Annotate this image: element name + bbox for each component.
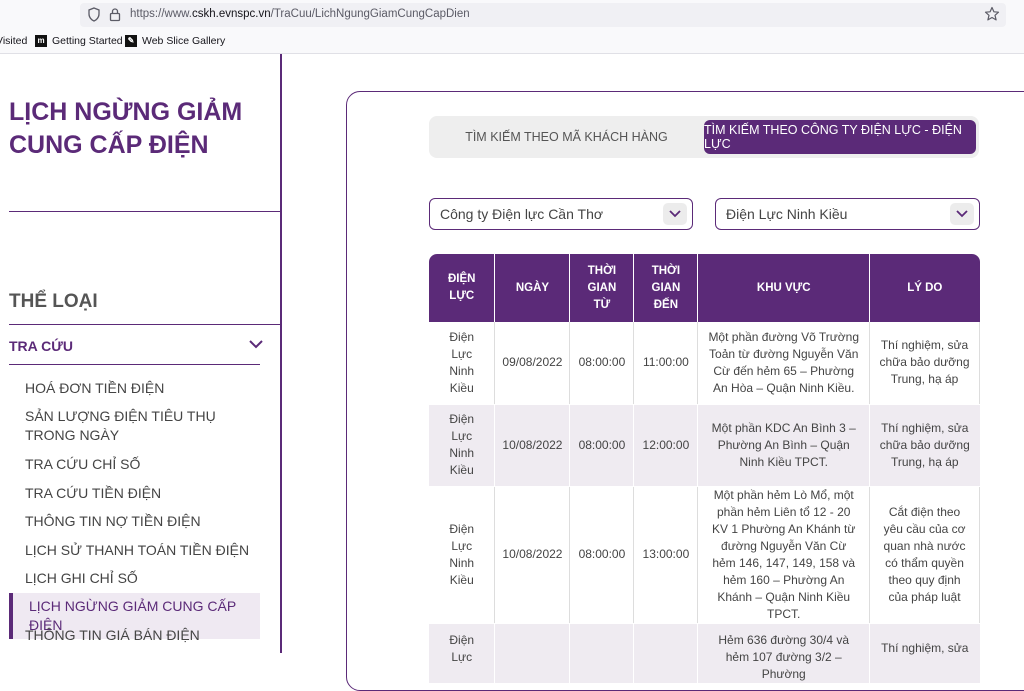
cell-ngay	[494, 623, 571, 684]
bookmark-star-icon[interactable]	[984, 6, 1000, 22]
chevron-down-icon[interactable]	[950, 203, 974, 225]
sidebar-item-thong-tin-no[interactable]: THÔNG TIN NỢ TIỀN ĐIỆN	[25, 512, 265, 531]
col-header-khu-vuc: KHU VỰC	[697, 254, 871, 322]
bookmark-visited[interactable]: Visited	[0, 35, 27, 47]
url-path: /TraCuu/LichNgungGiamCungCapDien	[270, 8, 470, 20]
col-header-den: THỜI GIAN ĐẾN	[633, 254, 699, 322]
cell-ly-do: Thí nghiệm, sửa chữa bảo dưỡng Trung, hạ…	[869, 322, 980, 405]
getting-started-icon: m	[35, 35, 47, 47]
category-heading: THỂ LOẠI	[9, 291, 98, 312]
bookmark-label: Getting Started	[52, 35, 123, 47]
table-row: Điện Lực Ninh Kiều 10/08/2022 08:00:00 1…	[429, 404, 980, 487]
page-title: LỊCH NGỪNG GIẢM CUNG CẤP ĐIỆN	[9, 98, 243, 159]
table-row: Điện Lực Ninh Kiều 10/08/2022 08:00:00 1…	[429, 486, 980, 624]
chevron-down-icon[interactable]	[248, 338, 264, 350]
divider	[9, 324, 282, 325]
cell-dien-luc: Điện Lực Ninh Kiều	[429, 322, 496, 405]
tab-by-company[interactable]: TÌM KIẾM THEO CÔNG TY ĐIỆN LỰC - ĐIỆN LỰ…	[704, 120, 976, 154]
accordion-tra-cuu[interactable]: TRA CỨU	[9, 338, 73, 354]
outage-schedule-table: ĐIỆN LỰC NGÀY THỜI GIAN TỪ THỜI GIAN ĐẾN…	[429, 254, 980, 684]
bookmarks-bar: Visited m Getting Started ✎ Web Slice Gall…	[0, 30, 1024, 54]
table-row: Điện Lực Ninh Kiều 09/08/2022 08:00:00 1…	[429, 322, 980, 405]
bookmark-getting-started[interactable]: m Getting Started	[35, 35, 123, 47]
branch-select[interactable]: Điện Lực Ninh Kiều	[715, 198, 980, 230]
shield-icon[interactable]	[88, 7, 100, 22]
cell-khu-vuc: Một phần KDC An Bình 3 – Phường An Bình …	[697, 404, 871, 487]
browser-toolbar: https://www.cskh.evnspc.vn/TraCuu/LichNg…	[0, 0, 1024, 30]
divider	[9, 211, 282, 212]
web-slice-icon: ✎	[125, 35, 137, 47]
cell-khu-vuc: Hẻm 636 đường 30/4 và hẻm 107 đường 3/2 …	[697, 623, 871, 684]
cell-tu: 08:00:00	[569, 486, 635, 624]
bookmark-label: Visited	[0, 35, 28, 47]
cell-dien-luc: Điện Lực Ninh Kiều	[429, 486, 496, 624]
cell-dien-luc: Điện Lực Ninh Kiều	[429, 404, 496, 487]
cell-ngay: 10/08/2022	[494, 486, 571, 624]
cell-den: 13:00:00	[633, 486, 699, 624]
url-text[interactable]: https://www.cskh.evnspc.vn/TraCuu/LichNg…	[130, 8, 470, 20]
col-header-tu: THỜI GIAN TỪ	[569, 254, 635, 322]
sidebar-item-hoa-don[interactable]: HOÁ ĐƠN TIỀN ĐIỆN	[25, 379, 265, 398]
company-select[interactable]: Công ty Điện lực Cần Thơ	[429, 198, 693, 230]
sidebar-item-lich-su-thanh-toan[interactable]: LỊCH SỬ THANH TOÁN TIỀN ĐIỆN	[25, 541, 265, 560]
cell-den	[633, 623, 699, 684]
cell-dien-luc: Điện Lực	[429, 623, 496, 684]
col-header-dien-luc: ĐIỆN LỰC	[429, 254, 496, 322]
table-header-row: ĐIỆN LỰC NGÀY THỜI GIAN TỪ THỜI GIAN ĐẾN…	[429, 254, 980, 322]
cell-ly-do: Thí nghiệm, sửa	[869, 623, 980, 684]
sidebar-item-tra-cuu-tien-dien[interactable]: TRA CỨU TIỀN ĐIỆN	[25, 484, 265, 503]
cell-ngay: 09/08/2022	[494, 322, 571, 405]
search-tabs: TÌM KIẾM THEO MÃ KHÁCH HÀNG TÌM KIẾM THE…	[429, 116, 979, 158]
cell-khu-vuc: Một phần đường Võ Trường Toản từ đường N…	[697, 322, 871, 405]
sidebar-item-tra-cuu-chi-so[interactable]: TRA CỨU CHỈ SỐ	[25, 455, 265, 474]
bookmark-web-slice-gallery[interactable]: ✎ Web Slice Gallery	[125, 35, 225, 47]
divider	[9, 364, 260, 365]
cell-tu	[569, 623, 635, 684]
lock-icon[interactable]	[109, 7, 121, 22]
cell-ly-do: Thí nghiệm, sửa chữa bảo dưỡng Trung, hạ…	[869, 404, 980, 487]
sidebar-item-lich-ghi-chi-so[interactable]: LỊCH GHI CHỈ SỐ	[25, 569, 265, 588]
col-header-ngay: NGÀY	[494, 254, 571, 322]
col-header-ly-do: LÝ DO	[869, 254, 980, 322]
sidebar-item-gia-ban-dien[interactable]: THÔNG TIN GIÁ BÁN ĐIỆN	[25, 626, 265, 645]
cell-den: 12:00:00	[633, 404, 699, 487]
url-host: cskh.evnspc.vn	[192, 8, 271, 20]
cell-den: 11:00:00	[633, 322, 699, 405]
cell-tu: 08:00:00	[569, 322, 635, 405]
cell-khu-vuc: Một phần hẻm Lò Mổ, một phần hẻm Liên tổ…	[697, 486, 871, 624]
sidebar: LỊCH NGỪNG GIẢM CUNG CẤP ĐIỆN THỂ LOẠI T…	[0, 54, 282, 653]
sidebar-item-san-luong[interactable]: SẢN LƯỢNG ĐIỆN TIÊU THỤ TRONG NGÀY	[25, 407, 265, 445]
cell-ly-do: Cắt điện theo yêu cầu của cơ quan nhà nư…	[869, 486, 980, 624]
cell-tu: 08:00:00	[569, 404, 635, 487]
chevron-down-icon[interactable]	[663, 203, 687, 225]
branch-select-value: Điện Lực Ninh Kiều	[726, 206, 848, 222]
table-row: Điện Lực Hẻm 636 đường 30/4 và hẻm 107 đ…	[429, 623, 980, 684]
url-prefix: https://www.	[130, 8, 192, 20]
tab-by-customer[interactable]: TÌM KIẾM THEO MÃ KHÁCH HÀNG	[429, 120, 704, 154]
company-select-value: Công ty Điện lực Cần Thơ	[440, 206, 604, 222]
bookmark-label: Web Slice Gallery	[142, 35, 226, 47]
cell-ngay: 10/08/2022	[494, 404, 571, 487]
